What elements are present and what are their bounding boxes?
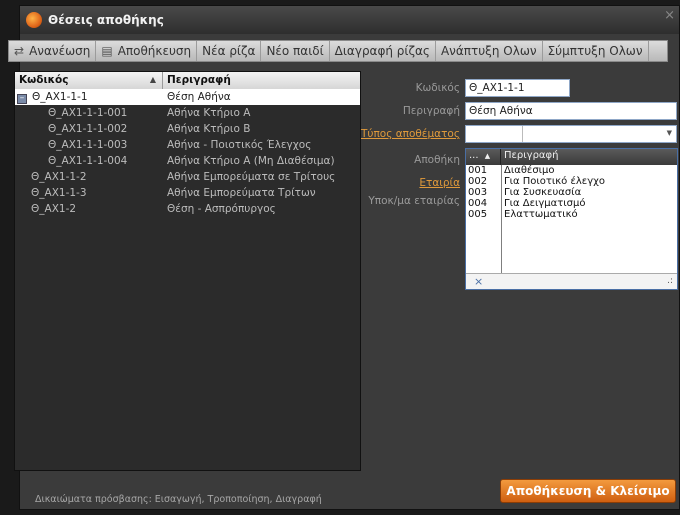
new-root-button[interactable]: Νέα ρίζα	[197, 41, 262, 61]
access-rights-text: Δικαιώματα πρόσβασης: Εισαγωγή, Τροποποί…	[35, 494, 322, 505]
tree-row[interactable]: – Θ_ΑΧ1-1-1 Θέση Αθήνα	[15, 89, 360, 105]
dropdown-option[interactable]: 003 Για Συσκευασία	[466, 187, 677, 198]
column-header-code[interactable]: Κωδικός ▲	[15, 72, 163, 89]
company-link[interactable]: Εταιρία	[340, 177, 460, 189]
tree-header: Κωδικός ▲ Περιγραφή	[15, 72, 360, 89]
tree-row-code: Θ_ΑΧ1-1-2	[31, 171, 87, 183]
dropdown-option[interactable]: 004 Για Δειγματισμό	[466, 198, 677, 209]
combo-divider	[522, 126, 523, 142]
stock-type-dropdown: ... ▲ Περιγραφή 001 Διαθέσιμο 002 Για Πο…	[465, 148, 678, 290]
code-label: Κωδικός	[415, 82, 460, 94]
tree-row-description: Θέση - Ασπρόπυργος	[167, 203, 276, 215]
tree-row[interactable]: Θ_ΑΧ1-1-3 Αθήνα Εμπορεύματα Τρίτων	[15, 185, 360, 201]
delete-root-button[interactable]: Διαγραφή ρίζας	[330, 41, 436, 61]
description-label: Περιγραφή	[402, 105, 460, 117]
collapse-node-icon[interactable]: –	[17, 94, 27, 104]
warehouse-label: Αποθήκη	[414, 154, 460, 166]
dropdown-footer: × .:	[466, 273, 677, 289]
save-label: Αποθήκευση	[117, 44, 192, 58]
option-description: Για Ποιοτικό έλεγχο	[504, 176, 606, 187]
column-header-description[interactable]: Περιγραφή	[163, 72, 360, 89]
option-description: Διαθέσιμο	[504, 165, 555, 176]
tree-row-description: Αθήνα - Ποιοτικός Έλεγχος	[167, 139, 312, 151]
dropdown-column-code[interactable]: ... ▲	[466, 149, 501, 165]
save-icon: ▤	[101, 44, 113, 58]
tree-row-code: Θ_ΑΧ1-1-1-001	[48, 107, 128, 119]
expand-all-button[interactable]: Ανάπτυξη Ολων	[436, 41, 543, 61]
option-code: 004	[468, 198, 488, 209]
sort-ascending-icon: ▲	[149, 75, 156, 84]
option-description: Ελαττωματικό	[504, 209, 578, 220]
close-icon[interactable]: ×	[664, 8, 675, 23]
dropdown-option[interactable]: 005 Ελαττωματικό	[466, 209, 677, 220]
tree-row-code: Θ_ΑΧ1-1-3	[31, 187, 87, 199]
clear-icon[interactable]: ×	[474, 275, 483, 288]
option-code: 003	[468, 187, 488, 198]
dropdown-option[interactable]: 002 Για Ποιοτικό έλεγχο	[466, 176, 677, 187]
sort-ascending-icon: ▲	[484, 152, 491, 160]
window-title: Θέσεις αποθήκης	[48, 13, 164, 27]
dropdown-column-code-label: ...	[469, 150, 479, 161]
tree-row[interactable]: Θ_ΑΧ1-1-2 Αθήνα Εμπορεύματα σε Τρίτους	[15, 169, 360, 185]
tree-row-description: Θέση Αθήνα	[167, 91, 231, 103]
option-code: 002	[468, 176, 488, 187]
tree-row-code: Θ_ΑΧ1-1-1-004	[48, 155, 128, 167]
refresh-label: Ανανέωση	[29, 44, 91, 58]
option-code: 001	[468, 165, 488, 176]
tree-row[interactable]: Θ_ΑΧ1-1-1-003 Αθήνα - Ποιοτικός Έλεγχος	[15, 137, 360, 153]
toolbar: ⇄ Ανανέωση ▤ Αποθήκευση Νέα ρίζα Νέο παι…	[8, 40, 668, 62]
tree-row-description: Αθήνα Κτήριο Β	[167, 123, 251, 135]
tree-row-code: Θ_ΑΧ1-2	[31, 203, 77, 215]
option-description: Για Δειγματισμό	[504, 198, 586, 209]
company-branch-label: Υποκ/μα εταιρίας	[368, 195, 460, 207]
refresh-button[interactable]: ⇄ Ανανέωση	[9, 41, 97, 61]
dropdown-option[interactable]: 001 Διαθέσιμο	[466, 165, 677, 176]
tree-row-description: Αθήνα Κτήριο Α	[167, 107, 251, 119]
tree-row[interactable]: Θ_ΑΧ1-1-1-004 Αθήνα Κτήριο Α (Μη Διαθέσι…	[15, 153, 360, 169]
dropdown-list: 001 Διαθέσιμο 002 Για Ποιοτικό έλεγχο 00…	[466, 165, 677, 274]
description-field[interactable]: Θέση Αθήνα	[465, 102, 677, 120]
dropdown-header: ... ▲ Περιγραφή	[466, 149, 677, 165]
column-header-code-label: Κωδικός	[19, 74, 69, 86]
option-code: 005	[468, 209, 488, 220]
stock-type-combo[interactable]: ▼	[465, 125, 677, 143]
dropdown-column-divider	[501, 165, 502, 273]
tree-row[interactable]: Θ_ΑΧ1-2 Θέση - Ασπρόπυργος	[15, 201, 360, 217]
tree-row-code: Θ_ΑΧ1-1-1-003	[48, 139, 128, 151]
option-description: Για Συσκευασία	[504, 187, 582, 198]
tree-row-code: Θ_ΑΧ1-1-1-002	[48, 123, 128, 135]
save-button[interactable]: ▤ Αποθήκευση	[96, 41, 198, 61]
collapse-all-button[interactable]: Σύμπτυξη Ολων	[543, 41, 649, 61]
tree-row-code: Θ_ΑΧ1-1-1	[32, 91, 88, 103]
code-field[interactable]: Θ_ΑΧ1-1-1	[465, 79, 570, 97]
tree-row[interactable]: Θ_ΑΧ1-1-1-001 Αθήνα Κτήριο Α	[15, 105, 360, 121]
positions-tree: Κωδικός ▲ Περιγραφή – Θ_ΑΧ1-1-1 Θέση Αθή…	[14, 71, 361, 471]
new-child-button[interactable]: Νέο παιδί	[261, 41, 330, 61]
save-and-close-button[interactable]: Αποθήκευση & Κλείσιμο	[500, 479, 676, 503]
tree-row-description: Αθήνα Κτήριο Α (Μη Διαθέσιμα)	[167, 155, 335, 167]
tree-row-description: Αθήνα Εμπορεύματα σε Τρίτους	[167, 171, 336, 183]
title-bar: Θέσεις αποθήκης ×	[20, 6, 679, 34]
tree-row-description: Αθήνα Εμπορεύματα Τρίτων	[167, 187, 316, 199]
app-logo-icon	[26, 12, 42, 28]
chevron-down-icon[interactable]: ▼	[667, 129, 672, 137]
dropdown-column-description[interactable]: Περιγραφή	[501, 149, 677, 165]
resize-grip-icon[interactable]: .:	[667, 276, 673, 286]
refresh-icon: ⇄	[14, 44, 25, 58]
tree-row[interactable]: Θ_ΑΧ1-1-1-002 Αθήνα Κτήριο Β	[15, 121, 360, 137]
stock-type-link[interactable]: Τύπος αποθέματος	[340, 128, 460, 140]
